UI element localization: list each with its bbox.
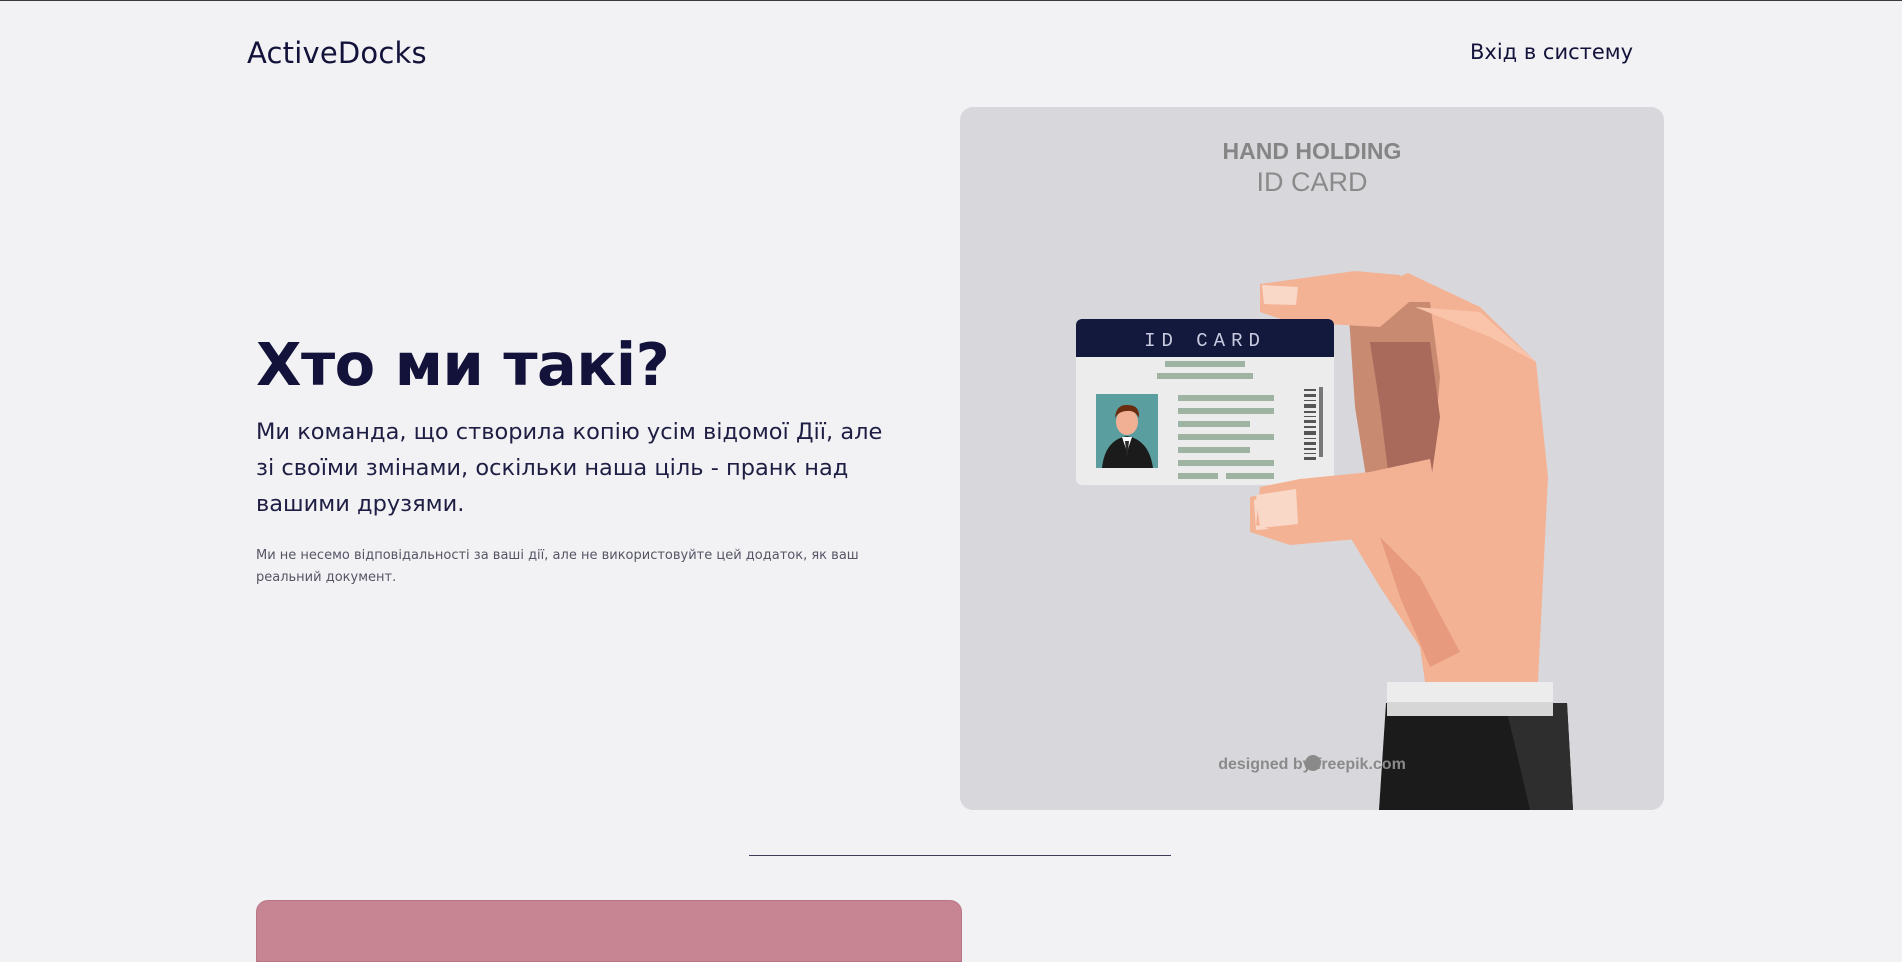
section-divider bbox=[749, 855, 1171, 856]
site-logo[interactable]: ActiveDocks bbox=[247, 36, 427, 70]
illustration-heading-line1: HAND HOLDING bbox=[1223, 138, 1402, 164]
id-card-graphic: ID CARD bbox=[1076, 319, 1334, 485]
hero-title: Хто ми такі? bbox=[256, 330, 670, 399]
sleeve-graphic bbox=[1379, 682, 1573, 810]
hero-disclaimer: Ми не несемо відповідальності за ваші ді… bbox=[256, 548, 859, 585]
next-section-card bbox=[256, 900, 962, 962]
hand-holding-id-card-illustration: HAND HOLDING ID CARD ID CARD designed by… bbox=[960, 107, 1664, 810]
card-header-text: ID CARD bbox=[1144, 330, 1266, 352]
illustration-heading-line2: ID CARD bbox=[1256, 167, 1367, 197]
freepik-logo-icon bbox=[1305, 755, 1321, 771]
login-link[interactable]: Вхід в систему bbox=[1470, 40, 1633, 64]
site-header: ActiveDocks Вхід в систему bbox=[0, 0, 1902, 100]
hero-lead: Ми команда, що створила копію усім відом… bbox=[256, 419, 883, 517]
